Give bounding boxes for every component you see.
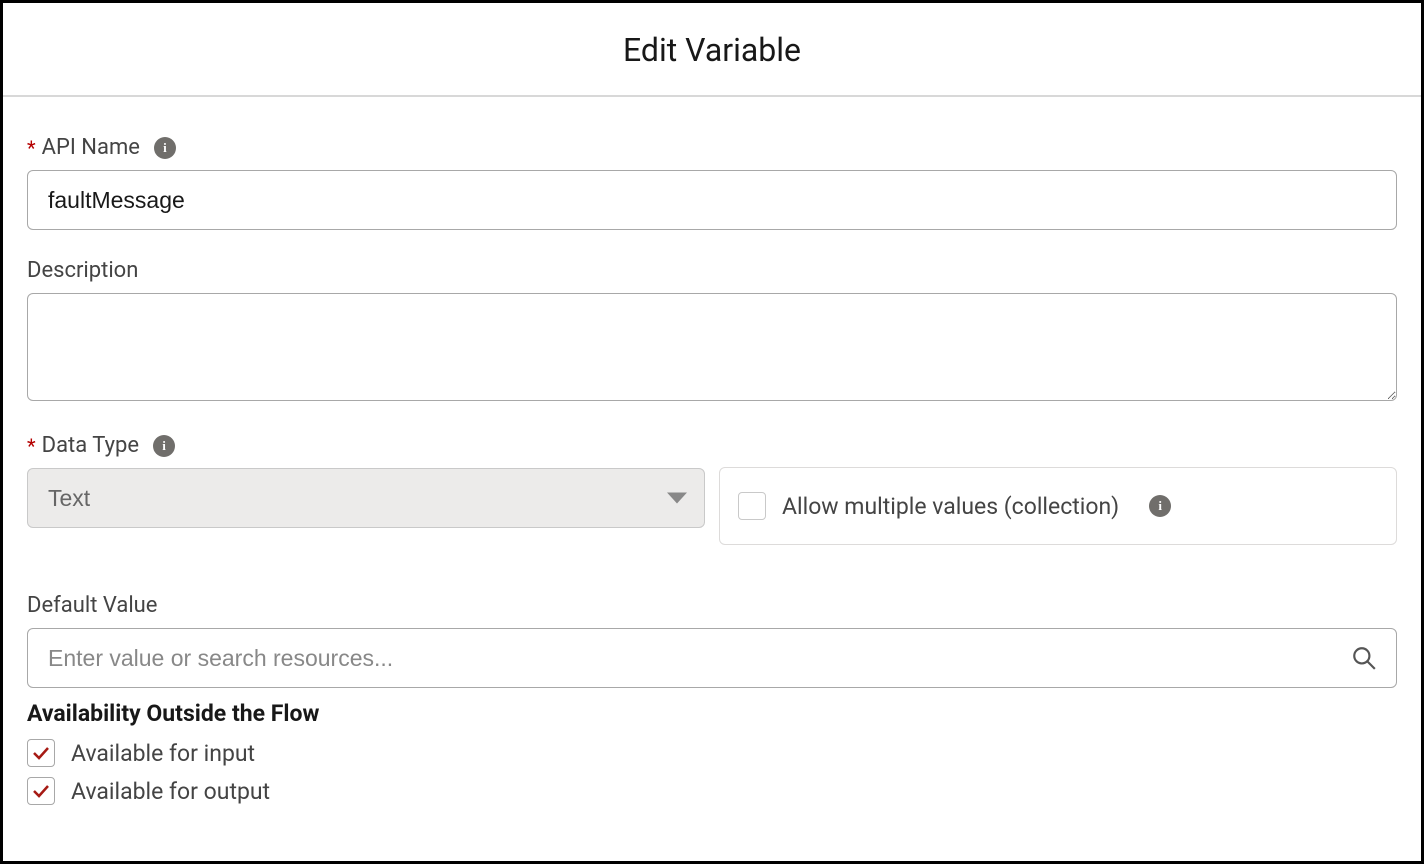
- default-value-input[interactable]: [27, 628, 1397, 688]
- available-input-label: Available for input: [71, 740, 255, 767]
- default-value-label: Default Value: [27, 593, 157, 618]
- default-value-group: Default Value: [27, 593, 1397, 688]
- allow-multiple-col: Allow multiple values (collection) i: [719, 433, 1397, 545]
- info-icon[interactable]: i: [1149, 495, 1171, 517]
- modal-title: Edit Variable: [3, 31, 1421, 69]
- description-group: Description: [27, 258, 1397, 405]
- available-input-row: Available for input: [27, 739, 1397, 767]
- info-icon[interactable]: i: [153, 435, 175, 457]
- description-input[interactable]: [27, 293, 1397, 401]
- api-name-group: * API Name i: [27, 135, 1397, 230]
- data-type-select[interactable]: Text: [27, 468, 705, 528]
- edit-variable-modal: Edit Variable * API Name i Description *…: [0, 0, 1424, 864]
- available-input-checkbox[interactable]: [27, 739, 55, 767]
- availability-heading: Availability Outside the Flow: [27, 700, 1397, 727]
- required-asterisk: *: [27, 136, 36, 160]
- api-name-input[interactable]: [27, 170, 1397, 230]
- default-value-label-row: Default Value: [27, 593, 1397, 618]
- default-value-wrap: [27, 628, 1397, 688]
- data-type-label: Data Type: [42, 433, 139, 458]
- allow-multiple-box: Allow multiple values (collection) i: [719, 467, 1397, 545]
- data-type-row: * Data Type i Text Allow multiple values…: [27, 433, 1397, 545]
- description-label: Description: [27, 258, 138, 283]
- modal-body: * API Name i Description * Data Type i T…: [3, 97, 1421, 861]
- available-output-row: Available for output: [27, 777, 1397, 805]
- data-type-select-wrap: Text: [27, 468, 705, 528]
- api-name-label: API Name: [42, 135, 140, 160]
- info-icon[interactable]: i: [154, 137, 176, 159]
- allow-multiple-checkbox[interactable]: [738, 492, 766, 520]
- available-output-label: Available for output: [71, 778, 270, 805]
- required-asterisk: *: [27, 434, 36, 458]
- modal-header: Edit Variable: [3, 3, 1421, 97]
- data-type-col: * Data Type i Text: [27, 433, 705, 545]
- allow-multiple-label: Allow multiple values (collection): [782, 493, 1119, 520]
- data-type-label-row: * Data Type i: [27, 433, 705, 458]
- available-output-checkbox[interactable]: [27, 777, 55, 805]
- description-label-row: Description: [27, 258, 1397, 283]
- api-name-label-row: * API Name i: [27, 135, 1397, 160]
